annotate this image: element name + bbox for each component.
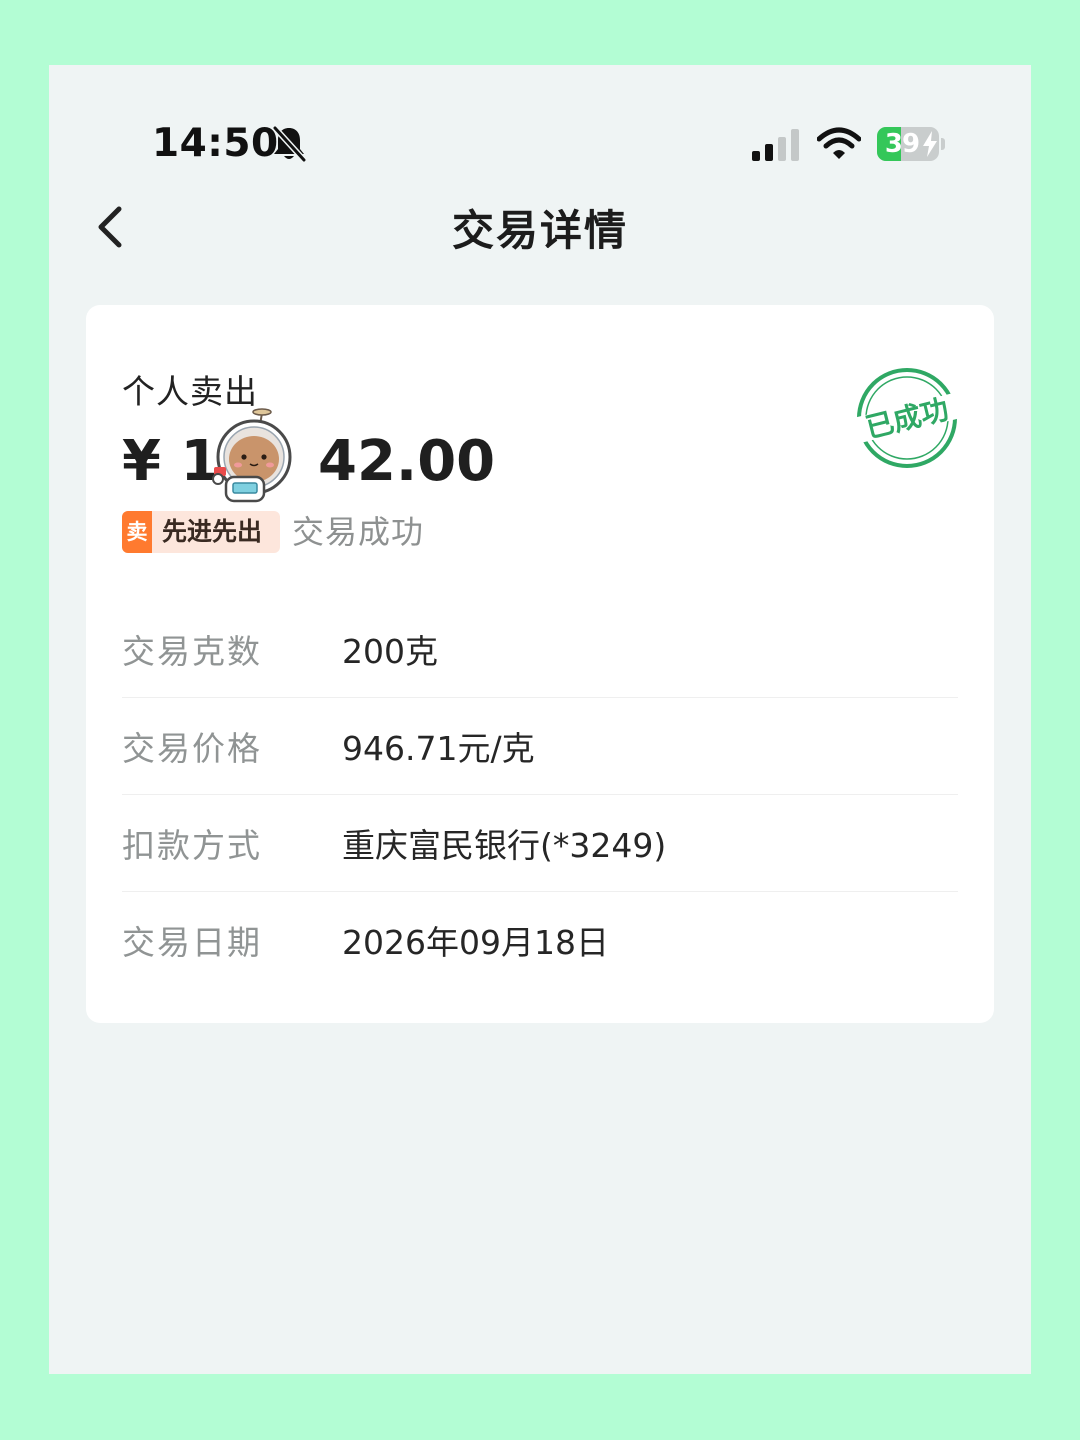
battery-cap — [941, 138, 945, 150]
sell-method-tag: 卖 先进先出 — [122, 511, 280, 553]
charging-bolt-icon — [923, 131, 937, 157]
detail-value: 重庆富民银行(*3249) — [342, 826, 667, 865]
stamp-text: 已成功 — [862, 392, 952, 444]
status-time: 14:50 — [152, 121, 279, 166]
sell-badge: 卖 — [122, 511, 152, 553]
signal-icon — [752, 129, 799, 161]
transaction-card: 个人卖出 ¥ 1 42.00 卖 先进先出 交易成功 已成功 交易克数 200克… — [86, 305, 994, 1023]
trade-type-label: 个人卖出 — [122, 372, 258, 411]
detail-label: 交易价格 — [122, 729, 262, 768]
amount-suffix: 42.00 — [318, 429, 496, 494]
battery-level: 39 — [884, 129, 920, 159]
page-title: 交易详情 — [451, 206, 628, 255]
detail-row-price: 交易价格 946.71元/克 — [122, 698, 958, 795]
detail-list: 交易克数 200克 交易价格 946.71元/克 扣款方式 重庆富民银行(*32… — [122, 601, 958, 988]
success-stamp-icon: 已成功 — [854, 368, 960, 468]
app-screen: 14:50 39 交易详情 个人卖出 ¥ 1 42.00 卖 先进先出 交易成功… — [49, 65, 1031, 1374]
detail-value: 946.71元/克 — [342, 729, 535, 768]
wifi-icon — [817, 127, 861, 159]
detail-row-weight: 交易克数 200克 — [122, 601, 958, 698]
detail-label: 交易日期 — [122, 923, 262, 962]
detail-row-payment: 扣款方式 重庆富民银行(*3249) — [122, 795, 958, 892]
mascot-sticker-icon — [212, 408, 292, 503]
detail-value: 200克 — [342, 632, 438, 671]
detail-value: 2026年09月18日 — [342, 923, 609, 962]
battery-icon: 39 — [877, 127, 939, 161]
bell-off-icon — [272, 125, 307, 163]
detail-label: 扣款方式 — [122, 826, 262, 865]
fifo-label: 先进先出 — [162, 517, 263, 546]
detail-row-date: 交易日期 2026年09月18日 — [122, 892, 958, 988]
detail-label: 交易克数 — [122, 632, 262, 671]
trade-status: 交易成功 — [292, 513, 425, 551]
